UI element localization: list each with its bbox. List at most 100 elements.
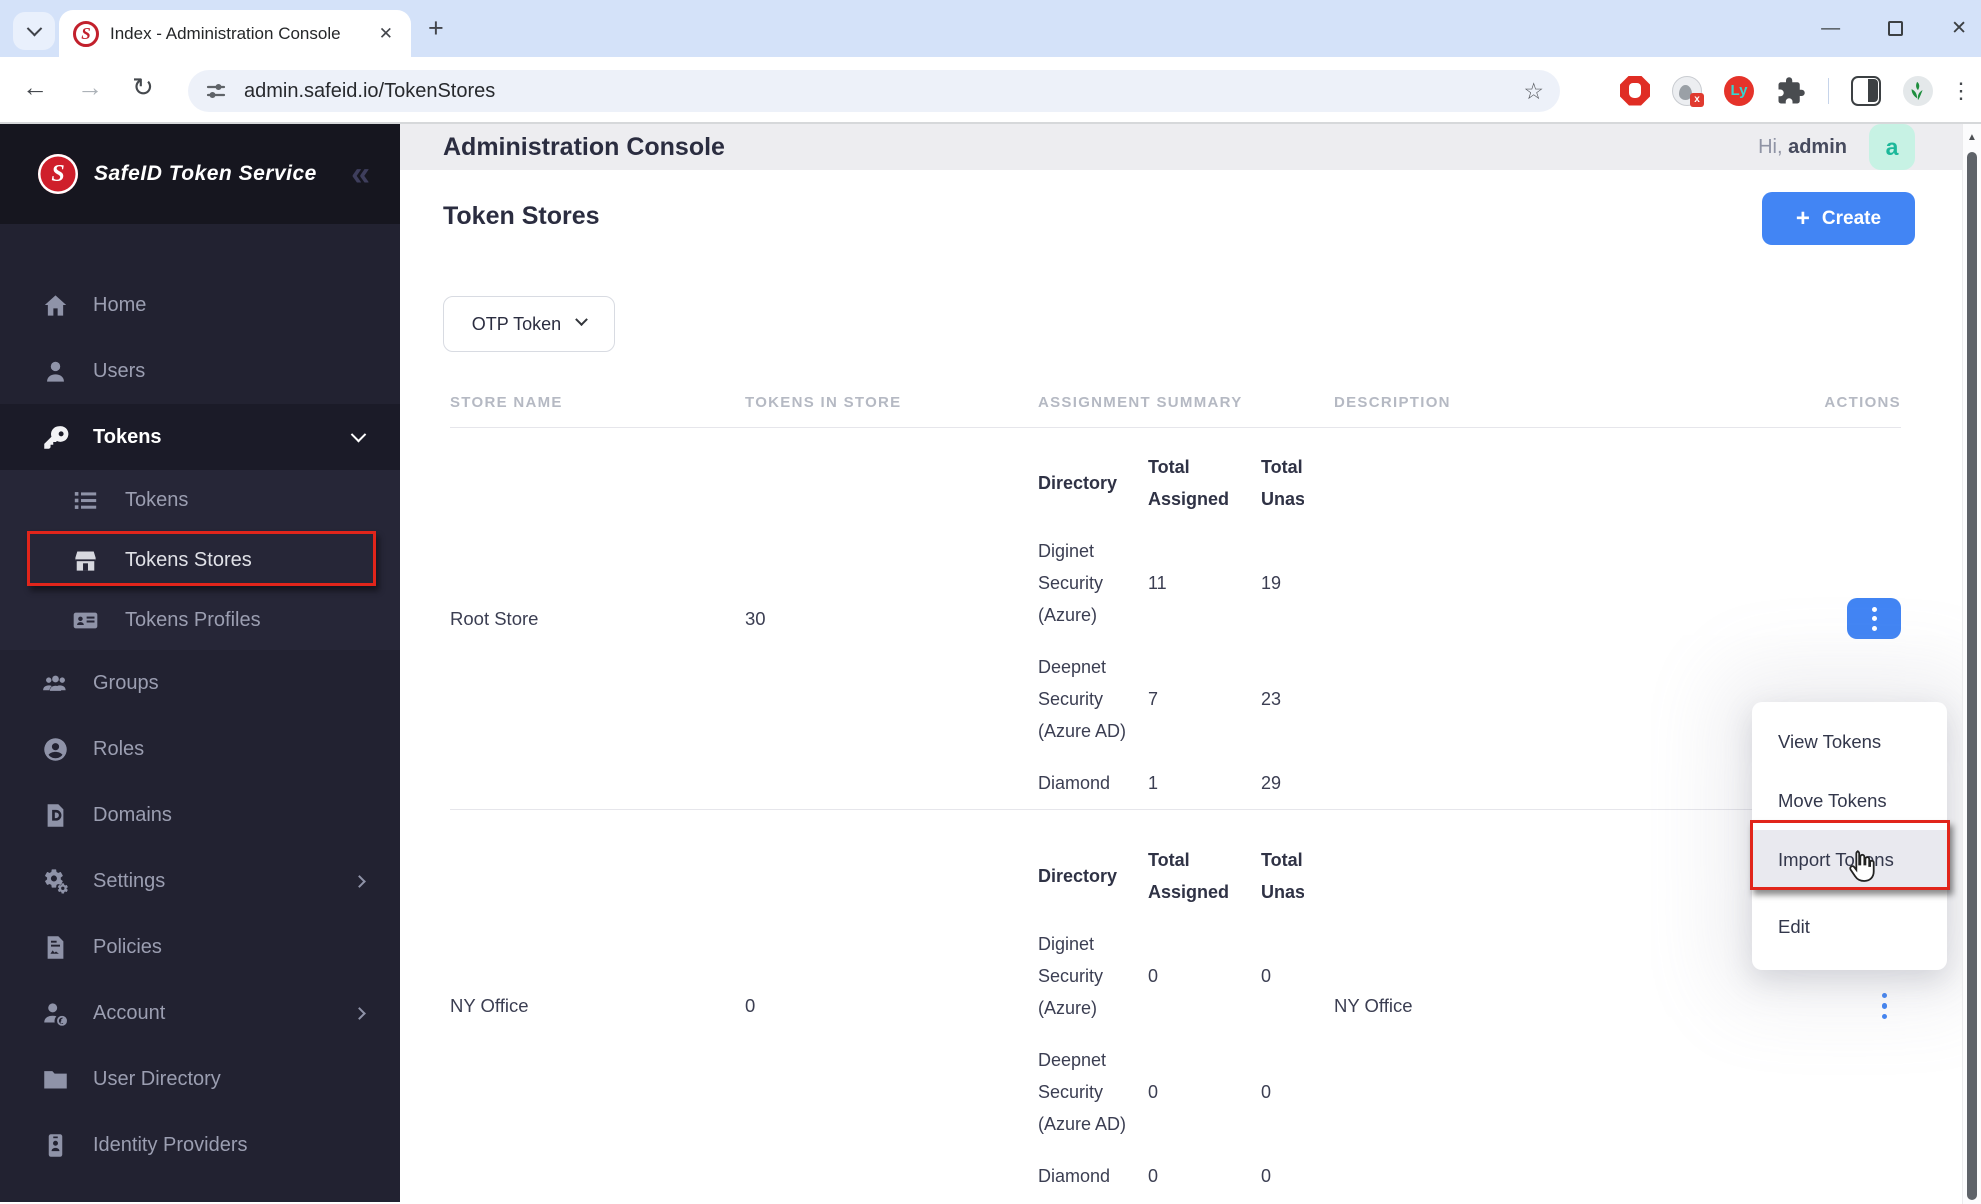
assignment-row: Deepnet Security (Azure AD) 0 0 xyxy=(1038,1034,1304,1150)
store-name: Root Store xyxy=(450,607,539,629)
tab-search-button[interactable] xyxy=(13,12,55,50)
directory-name: Deepnet Security (Azure AD) xyxy=(1038,1050,1127,1134)
kebab-icon xyxy=(1881,1003,1887,1009)
actions-cell xyxy=(1868,987,1902,1026)
assignment-header: Directory Total Assigned Total Unassigne… xyxy=(1038,441,1304,525)
create-button-label: Create xyxy=(1821,207,1882,229)
content-blocker-extension-icon[interactable] xyxy=(1620,75,1650,106)
site-settings-icon[interactable] xyxy=(204,79,228,103)
sidebar-item-label: Tokens Stores xyxy=(125,548,252,571)
maximize-button[interactable] xyxy=(1888,21,1904,36)
policy-document-icon xyxy=(42,934,69,961)
sidebar-item-tokens[interactable]: Tokens xyxy=(0,404,400,470)
safeid-logo-icon: S xyxy=(38,154,78,194)
sidebar-item-home[interactable]: Home xyxy=(0,272,400,338)
sidebar-item-label: Policies xyxy=(93,935,162,958)
table-header-row: STORE NAME TOKENS IN STORE ASSIGNMENT SU… xyxy=(450,394,1901,428)
tokens-submenu: Tokens Tokens Stores Tokens Profiles xyxy=(0,470,400,650)
sidebar-item-roles[interactable]: Roles xyxy=(0,716,400,782)
bookmark-star-icon[interactable]: ☆ xyxy=(1523,78,1544,105)
menu-item-import-tokens[interactable]: Import Tokens xyxy=(1752,830,1947,889)
sidebar-item-tokens-profiles[interactable]: Tokens Profiles xyxy=(0,590,400,650)
sidebar-item-user-directory[interactable]: User Directory xyxy=(0,1046,400,1112)
fish-extension-icon[interactable]: x xyxy=(1672,75,1704,107)
store-name: NY Office xyxy=(450,995,529,1016)
directory-name: Diamond xyxy=(1038,1166,1111,1186)
scrollbar-thumb[interactable] xyxy=(1967,152,1977,1200)
list-icon xyxy=(72,487,99,514)
browser-tab[interactable]: S Index - Administration Console ✕ xyxy=(59,10,411,57)
sidebar-item-groups[interactable]: Groups xyxy=(0,650,400,716)
assignment-row: Deepnet Security (Azure AD) 7 23 xyxy=(1038,641,1304,757)
brand-name: SafeID Token Service xyxy=(94,162,317,185)
sidebar-item-account[interactable]: Account xyxy=(0,980,400,1046)
assign-col-assigned: Total Assigned xyxy=(1148,850,1230,902)
tab-close-icon[interactable]: ✕ xyxy=(375,22,397,46)
safeid-favicon-icon: S xyxy=(73,20,99,47)
plant-icon xyxy=(1911,81,1923,100)
description: NY Office xyxy=(1334,995,1413,1016)
total-assigned: 7 xyxy=(1148,689,1159,709)
sidebar-item-users[interactable]: Users xyxy=(0,338,400,404)
sidebar-item-tokens-stores[interactable]: Tokens Stores xyxy=(0,530,400,590)
assign-col-unassigned: Total Unassigned xyxy=(1261,457,1304,509)
sidebar-item-tokens-list[interactable]: Tokens xyxy=(0,470,400,530)
row-actions-button[interactable] xyxy=(1868,987,1902,1026)
sidebar-item-label: Home xyxy=(93,293,147,316)
assign-col-unassigned: Total Unassigned xyxy=(1261,850,1304,902)
sidebar-header: S SafeID Token Service « xyxy=(0,124,400,224)
row-actions-button[interactable] xyxy=(1847,598,1901,639)
home-icon xyxy=(42,292,69,319)
sidebar-item-policies[interactable]: Policies xyxy=(0,914,400,980)
kebab-icon xyxy=(1881,1013,1887,1020)
ly-extension-icon[interactable]: Ly xyxy=(1724,75,1754,106)
sidebar-item-label: Groups xyxy=(93,671,159,694)
back-button[interactable]: ← xyxy=(22,72,48,103)
forward-button[interactable]: → xyxy=(77,72,103,103)
app-title: Administration Console xyxy=(443,132,725,161)
url-text[interactable]: admin.safeid.io/TokenStores xyxy=(244,80,1507,103)
sidebar-item-identity-providers[interactable]: Identity Providers xyxy=(0,1112,400,1178)
app-root: S SafeID Token Service « Home Users Toke… xyxy=(0,124,1981,1202)
id-card-icon xyxy=(72,607,99,634)
menu-item-edit[interactable]: Edit xyxy=(1752,897,1947,956)
col-store-name: STORE NAME xyxy=(450,394,563,411)
total-unassigned: 29 xyxy=(1261,773,1282,793)
user-avatar[interactable]: a xyxy=(1869,124,1915,170)
reload-button[interactable]: ↻ xyxy=(132,72,154,103)
chevron-right-icon xyxy=(353,874,366,888)
chevron-right-icon xyxy=(353,1006,366,1020)
kebab-icon xyxy=(1871,616,1877,621)
extensions-puzzle-icon[interactable] xyxy=(1776,76,1806,106)
new-tab-button[interactable]: + xyxy=(428,13,444,44)
side-panel-icon[interactable] xyxy=(1851,75,1881,106)
close-window-button[interactable]: ✕ xyxy=(1951,19,1967,38)
directory-name: Diginet Security (Azure) xyxy=(1038,541,1104,625)
col-tokens-in-store: TOKENS IN STORE xyxy=(745,394,902,411)
greeting: Hi, admin xyxy=(1758,136,1847,159)
menu-item-move-tokens[interactable]: Move Tokens xyxy=(1752,771,1947,830)
directory-name: Diginet Security (Azure) xyxy=(1038,934,1104,1018)
assign-col-directory: Directory xyxy=(1038,473,1118,493)
sidebar-item-settings[interactable]: Settings xyxy=(0,848,400,914)
browser-profile-avatar[interactable] xyxy=(1903,75,1933,106)
create-button[interactable]: + Create xyxy=(1762,192,1915,245)
total-unassigned: 0 xyxy=(1261,966,1272,986)
assignment-row: Diamond 1 29 xyxy=(1038,757,1304,809)
plus-icon: + xyxy=(1795,204,1810,232)
username: admin xyxy=(1788,135,1847,158)
table-row: NY Office 0 Directory Total Assigned Tot… xyxy=(450,809,1901,1202)
window-controls: — ✕ xyxy=(1821,0,1967,57)
page-scrollbar[interactable]: ▲ xyxy=(1962,124,1981,1204)
browser-menu-icon[interactable]: ⋮ xyxy=(1950,76,1972,106)
sidebar-collapse-icon[interactable]: « xyxy=(351,157,370,191)
scrollbar-up-icon[interactable]: ▲ xyxy=(1963,132,1981,143)
menu-item-view-tokens[interactable]: View Tokens xyxy=(1752,712,1947,771)
minimize-button[interactable]: — xyxy=(1821,19,1840,38)
groups-icon xyxy=(42,670,69,697)
user-icon xyxy=(42,358,69,385)
address-bar[interactable]: admin.safeid.io/TokenStores ☆ xyxy=(188,70,1560,112)
token-type-select[interactable]: OTP Token xyxy=(443,296,615,352)
col-actions: ACTIONS xyxy=(1824,394,1901,411)
sidebar-item-domains[interactable]: Domains xyxy=(0,782,400,848)
